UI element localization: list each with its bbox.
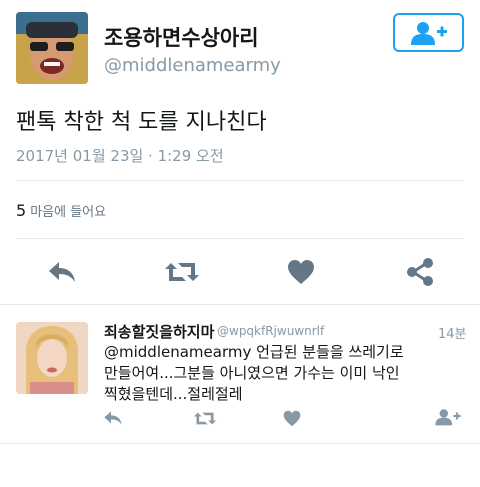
retweet-button[interactable] [160, 256, 204, 288]
reply-mention[interactable]: @middlenamearmy [104, 343, 251, 361]
retweet-icon [165, 263, 199, 281]
reply-button[interactable] [40, 256, 84, 288]
reply-display-name[interactable]: 죄송할짓을하지마 [104, 321, 214, 342]
reply-like-button[interactable] [280, 408, 304, 428]
reply-text-line: 찍혔을텐데...절레절레 [104, 385, 243, 403]
reply-follow-button[interactable] [433, 406, 463, 428]
follow-button[interactable] [393, 13, 464, 52]
heart-icon [283, 410, 301, 426]
author-display-name[interactable]: 조용하면수상아리 [104, 22, 259, 52]
share-button[interactable] [398, 256, 442, 288]
heart-icon [288, 260, 314, 284]
reply-text: @middlenamearmy 언급된 분들을 쓰레기로 만들어여...그분들 … [104, 342, 404, 405]
reply-handle[interactable]: @wpqkfRjwuwnrlf [217, 324, 324, 338]
share-icon [407, 258, 433, 286]
reply-reply-button[interactable] [100, 408, 126, 428]
tweet-timestamp: 2017년 01월 23일 · 1:29 오전 [16, 147, 224, 165]
likes-summary[interactable]: 5 마음에 들어요 [16, 201, 106, 220]
author-handle[interactable]: @middlenamearmy [104, 55, 281, 76]
reply-icon [104, 411, 122, 425]
reply-retweet-button[interactable] [191, 408, 219, 428]
avatar-photo [16, 322, 88, 394]
reply-text-line: @middlenamearmy 언급된 분들을 쓰레기로 [104, 342, 404, 363]
reply-text-line: 만들어여...그분들 아니였으면 가수는 이미 낙인 [104, 364, 400, 382]
add-user-icon [435, 409, 461, 426]
avatar-photo [16, 12, 88, 84]
add-user-icon [410, 21, 447, 45]
divider [16, 238, 464, 239]
divider [0, 443, 480, 444]
reply-author-avatar[interactable] [16, 322, 88, 394]
like-button[interactable] [279, 256, 323, 288]
author-avatar[interactable] [16, 12, 88, 84]
divider [0, 304, 480, 305]
like-count: 5 [16, 201, 27, 220]
reply-text-segment: 언급된 분들을 쓰레기로 [251, 343, 404, 361]
reply-icon [49, 262, 75, 282]
divider [16, 180, 464, 181]
reply-time: 14분 [438, 327, 467, 342]
tweet-text: 팬톡 착한 척 도를 지나친다 [16, 110, 267, 135]
like-label: 마음에 들어요 [30, 205, 107, 220]
retweet-icon [193, 412, 217, 424]
